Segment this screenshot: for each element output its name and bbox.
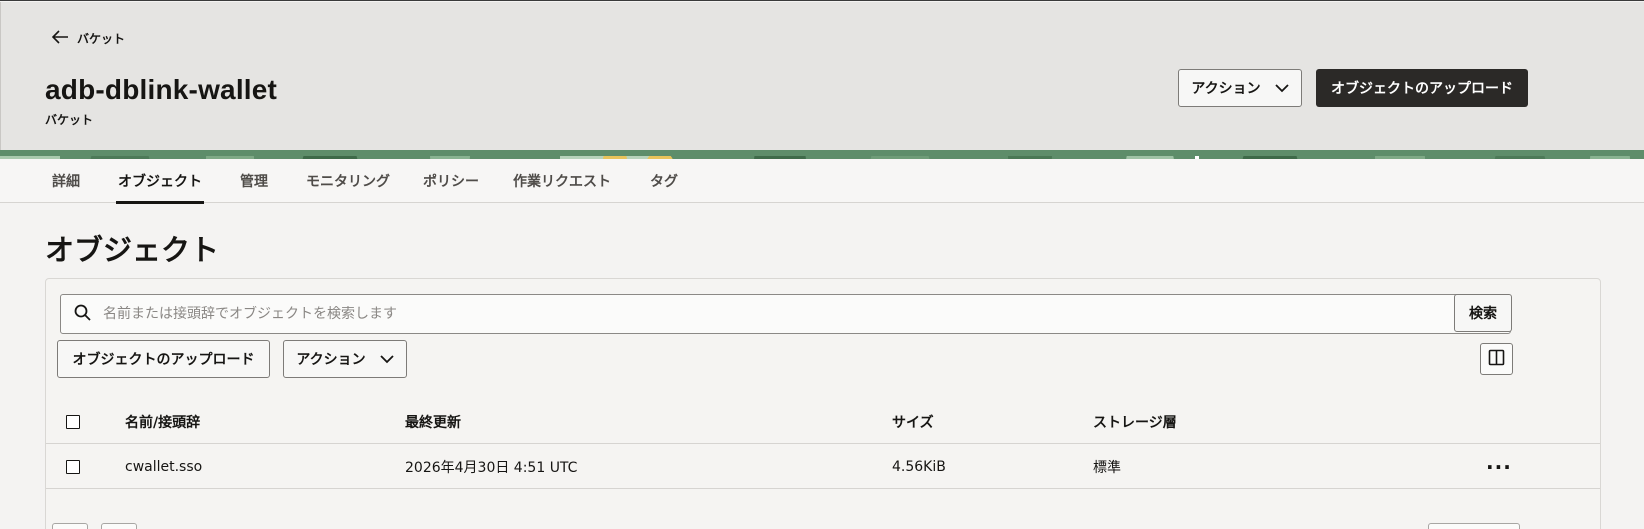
row-more-actions-icon[interactable]: ··· [1486, 444, 1512, 489]
tab-objects[interactable]: オブジェクト [116, 159, 204, 204]
pagination-prev-button[interactable] [52, 523, 88, 529]
back-to-buckets-link[interactable]: バケット [51, 30, 126, 47]
search-icon [61, 304, 103, 325]
columns-icon [1488, 349, 1505, 370]
arrow-left-icon [51, 30, 69, 47]
table-header-row: 名前/接頭辞 最終更新 サイズ ストレージ層 [46, 399, 1600, 444]
header-upload-label: オブジェクトのアップロード [1331, 81, 1513, 97]
back-link-label: バケット [77, 32, 126, 46]
tab-tags[interactable]: タグ [650, 159, 678, 203]
section-title: オブジェクト [45, 233, 220, 267]
tab-management[interactable]: 管理 [240, 159, 268, 203]
select-all-checkbox[interactable] [66, 414, 80, 429]
column-header-name[interactable]: 名前/接頭辞 [125, 399, 200, 444]
row-checkbox[interactable] [66, 459, 80, 474]
object-name[interactable]: cwallet.sso [125, 444, 202, 489]
column-layout-button[interactable] [1480, 343, 1513, 375]
actions-button[interactable]: アクション [283, 340, 407, 378]
page-title: adb-dblink-wallet [45, 74, 278, 105]
column-header-size[interactable]: サイズ [892, 399, 934, 444]
page-subtitle: バケット [45, 113, 94, 127]
search-input-container[interactable] [60, 294, 1511, 334]
pagination-next-button[interactable] [101, 523, 137, 529]
tab-monitoring[interactable]: モニタリング [306, 159, 390, 203]
column-header-storage-tier[interactable]: ストレージ層 [1093, 399, 1177, 444]
page-header: バケット adb-dblink-wallet バケット アクション オブジェクト… [0, 2, 1644, 150]
tab-details[interactable]: 詳細 [52, 159, 80, 203]
decorative-banner [0, 150, 1644, 159]
search-button[interactable]: 検索 [1454, 294, 1512, 332]
tab-policy[interactable]: ポリシー [423, 159, 479, 203]
header-upload-button[interactable]: オブジェクトのアップロード [1316, 69, 1528, 107]
header-actions-button[interactable]: アクション [1178, 69, 1302, 107]
chevron-down-icon [380, 354, 394, 364]
object-storage-tier: 標準 [1093, 459, 1121, 476]
search-button-label: 検索 [1469, 306, 1497, 322]
object-size: 4.56KiB [892, 458, 946, 475]
objects-table: 名前/接頭辞 最終更新 サイズ ストレージ層 cwallet.sso 2026年… [46, 414, 1600, 489]
page-size-select[interactable] [1428, 523, 1520, 529]
object-last-modified: 2026年4月30日 4:51 UTC [405, 459, 578, 476]
header-actions-label: アクション [1191, 81, 1261, 97]
actions-label: アクション [296, 352, 366, 368]
chevron-down-icon [1275, 83, 1289, 93]
search-input[interactable] [103, 306, 1483, 322]
column-header-last-modified[interactable]: 最終更新 [405, 399, 461, 444]
upload-objects-label: オブジェクトのアップロード [72, 352, 255, 368]
tab-work-requests[interactable]: 作業リクエスト [513, 159, 611, 203]
table-row: cwallet.sso 2026年4月30日 4:51 UTC 4.56KiB … [46, 444, 1600, 489]
tab-bar: 詳細 オブジェクト 管理 モニタリング ポリシー 作業リクエスト タグ [0, 159, 1644, 204]
upload-objects-button[interactable]: オブジェクトのアップロード [57, 340, 270, 378]
